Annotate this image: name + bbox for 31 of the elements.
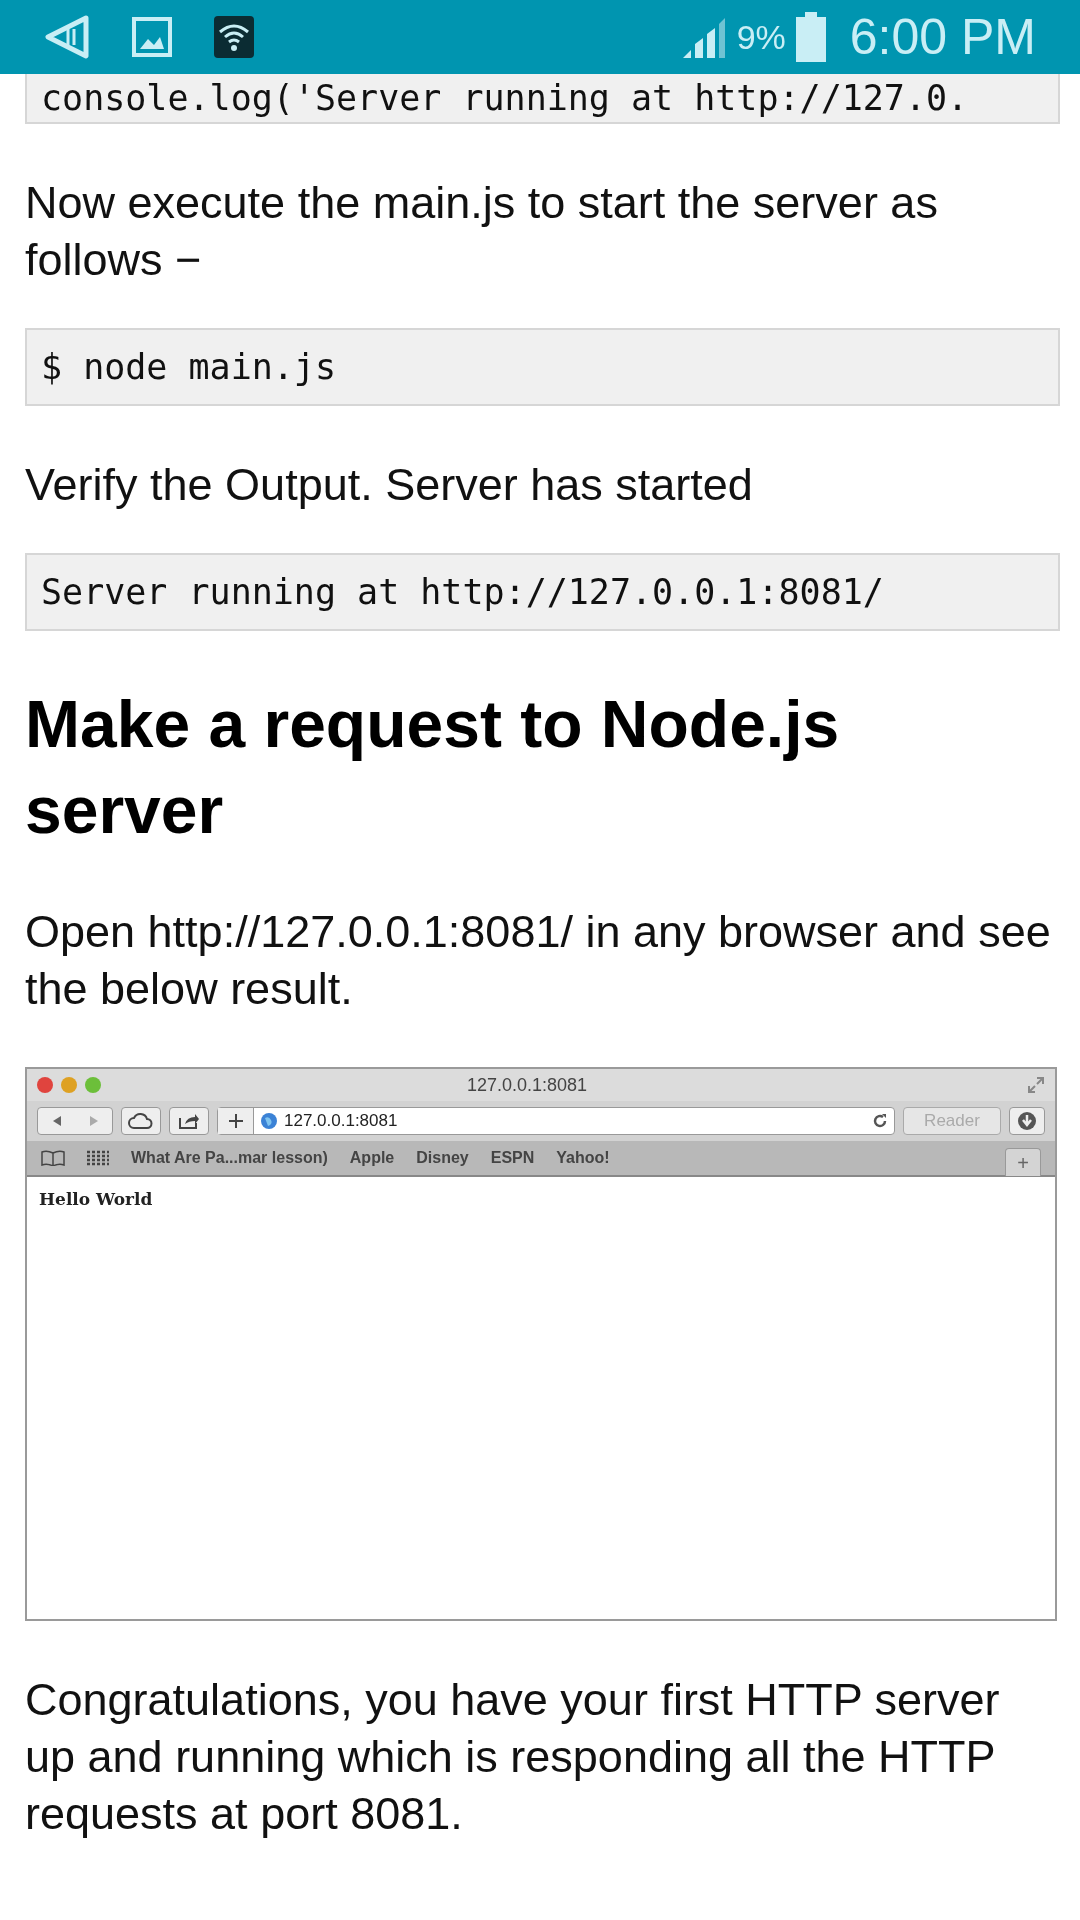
grid-icon[interactable]	[87, 1150, 109, 1166]
download-icon	[1017, 1111, 1037, 1131]
battery-icon	[795, 12, 826, 62]
image-icon	[132, 17, 172, 57]
new-tab-button[interactable]: +	[1005, 1148, 1041, 1176]
book-icon[interactable]	[41, 1150, 65, 1166]
bookmark-link[interactable]: What Are Pa...mar lesson)	[131, 1146, 328, 1170]
cloud-button[interactable]	[121, 1107, 161, 1135]
battery-percentage: 9%	[736, 16, 786, 58]
bookmark-link[interactable]: ESPN	[490, 1146, 535, 1170]
paragraph-text: Verify the Output. Server has started	[25, 458, 754, 512]
cloud-icon	[128, 1113, 154, 1129]
downloads-button[interactable]	[1009, 1107, 1045, 1135]
page-text: Hello World	[39, 1189, 153, 1209]
code-block: console.log('Server running at http://127.0.	[25, 74, 1060, 124]
clock-time: 6:00 PM	[849, 7, 1036, 67]
paragraph-text: Open http://127.0.0.1:8081/ in any browser and see the below result.	[25, 905, 1052, 1016]
paragraph-text: Congratulations, you have your first HTTP server up and running which is responding all the HTTP requests at port 8081.	[25, 1673, 1001, 1841]
share-icon	[178, 1112, 200, 1130]
code-block: Server running at http://127.0.0.1:8081/	[25, 553, 1060, 631]
navigation-arrow-icon	[44, 14, 90, 60]
bookmark-link[interactable]: Apple	[349, 1146, 395, 1170]
window-title: 127.0.0.1:8081	[467, 1073, 588, 1097]
paragraph-text: Now execute the main.js to start the server as follows −	[25, 176, 939, 287]
bookmark-link[interactable]: Yahoo!	[556, 1146, 610, 1170]
section-heading: Make a request to Node.js server	[25, 686, 841, 849]
resize-icon[interactable]	[1027, 1076, 1045, 1094]
wifi-icon	[214, 16, 254, 58]
bookmark-link[interactable]: Disney	[416, 1146, 469, 1170]
share-button[interactable]	[169, 1107, 209, 1135]
code-block: $ node main.js	[25, 328, 1060, 406]
